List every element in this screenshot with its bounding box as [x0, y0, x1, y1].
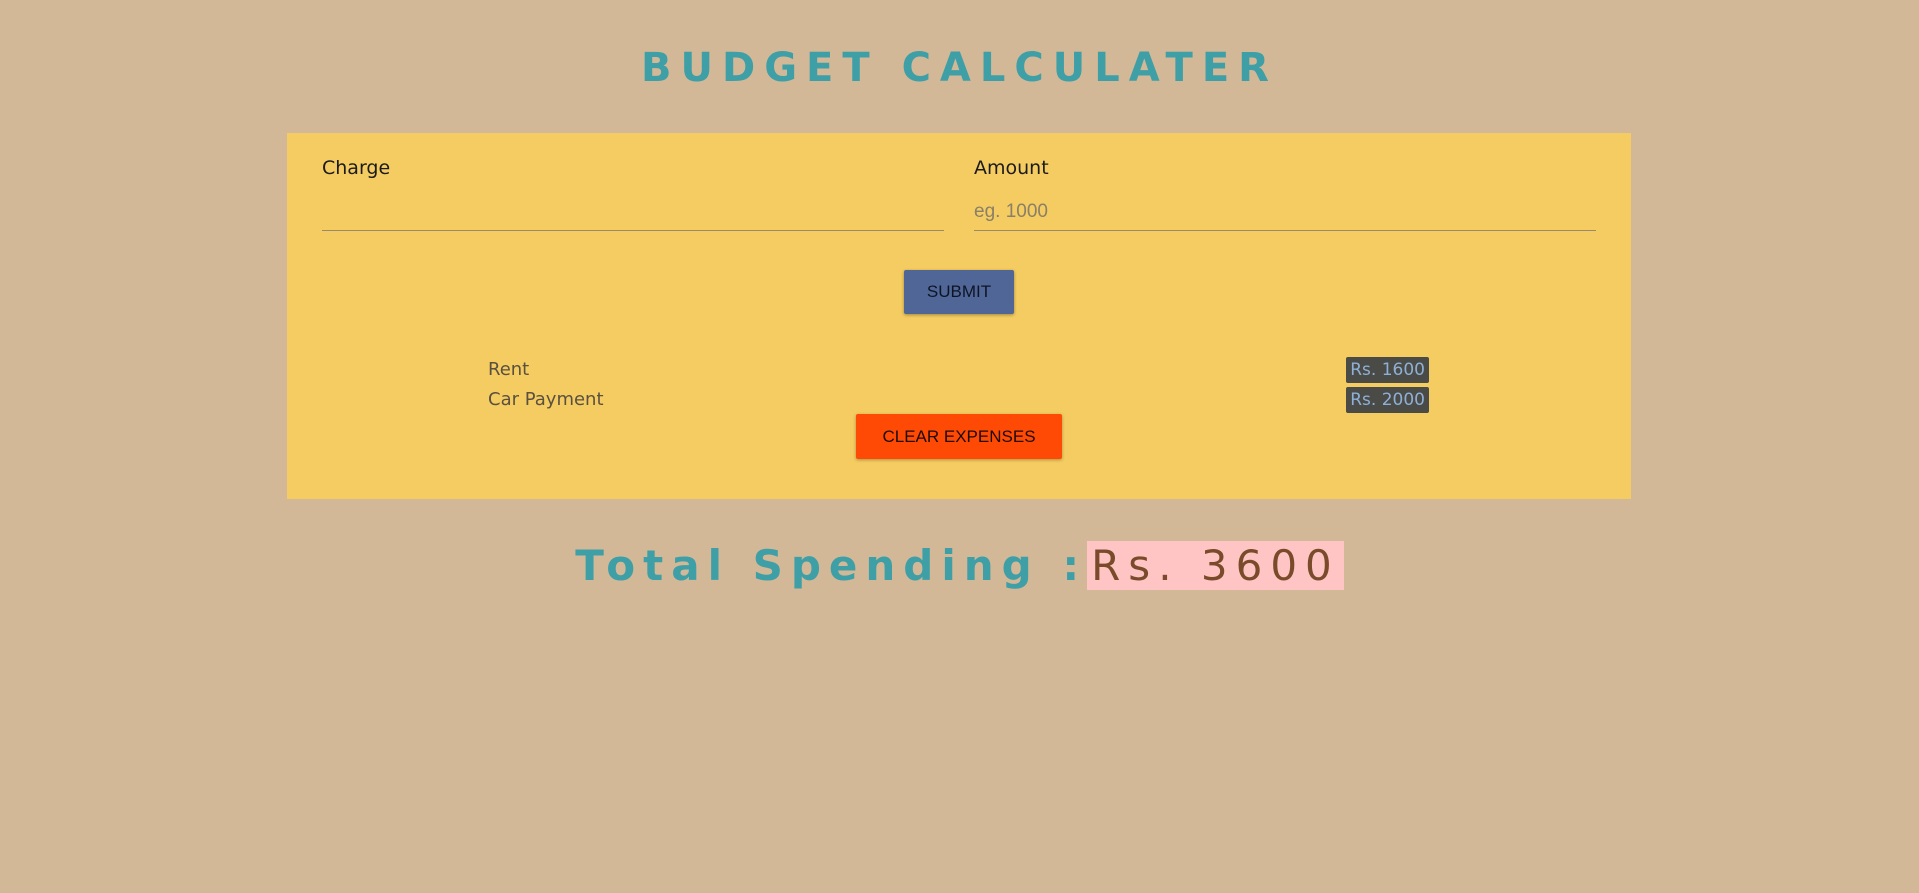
- submit-button[interactable]: SUBMIT: [904, 270, 1014, 314]
- expense-charge: Rent: [488, 359, 530, 380]
- budget-form-panel: Charge Amount SUBMIT Rent Rs. 1600 Car P…: [287, 133, 1631, 499]
- list-item: Rent Rs. 1600: [287, 355, 1631, 385]
- expense-amount-badge: Rs. 1600: [1346, 357, 1429, 383]
- charge-input[interactable]: [322, 193, 944, 231]
- expense-list: Rent Rs. 1600 Car Payment Rs. 2000: [287, 355, 1631, 415]
- expense-charge: Car Payment: [488, 389, 604, 410]
- amount-label: Amount: [974, 157, 1049, 179]
- total-spending-value: Rs. 3600: [1087, 541, 1344, 590]
- expense-amount-badge: Rs. 2000: [1346, 387, 1429, 413]
- charge-label: Charge: [322, 157, 391, 179]
- amount-input[interactable]: [974, 193, 1596, 231]
- list-item: Car Payment Rs. 2000: [287, 385, 1631, 415]
- page-title: BUDGET CALCULATER: [641, 45, 1278, 91]
- total-spending: Total Spending :Rs. 3600: [0, 537, 1919, 595]
- clear-expenses-button[interactable]: CLEAR EXPENSES: [856, 414, 1062, 459]
- total-spending-label: Total Spending :: [575, 541, 1088, 590]
